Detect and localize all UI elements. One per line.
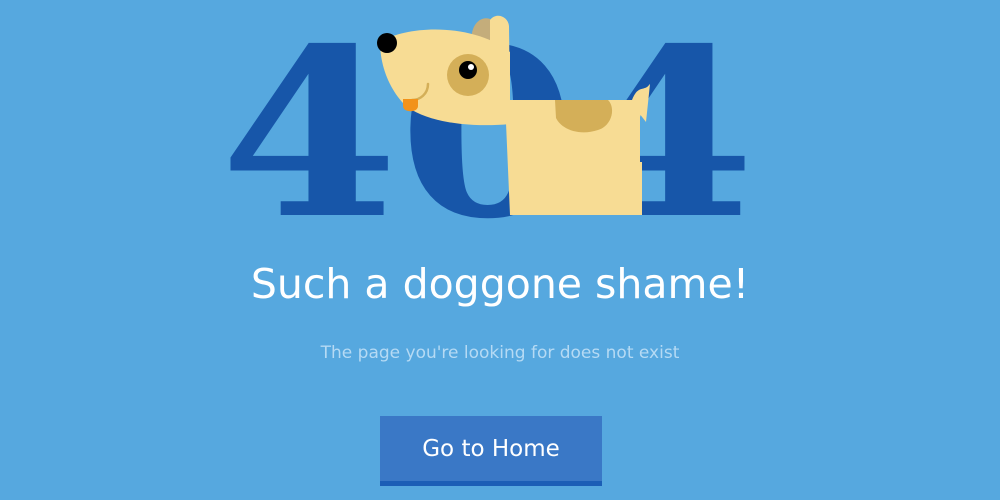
dog-nose bbox=[377, 33, 397, 53]
dog-front-leg bbox=[512, 162, 536, 215]
dog-tongue bbox=[403, 99, 418, 112]
dog-eye-highlight bbox=[468, 64, 474, 70]
dog-eye bbox=[459, 61, 477, 79]
page-title: Such a doggone shame! bbox=[250, 260, 750, 308]
error-description: The page you're looking for does not exi… bbox=[320, 343, 680, 363]
not-found-page: 404 bbox=[0, 0, 1000, 500]
go-home-button[interactable]: Go to Home bbox=[380, 416, 602, 486]
dog-front-leg-far bbox=[542, 162, 564, 215]
dog-404-illustration: 404 bbox=[220, 12, 755, 227]
error-illustration: 404 bbox=[220, 12, 780, 227]
dog-back-leg bbox=[618, 162, 642, 215]
